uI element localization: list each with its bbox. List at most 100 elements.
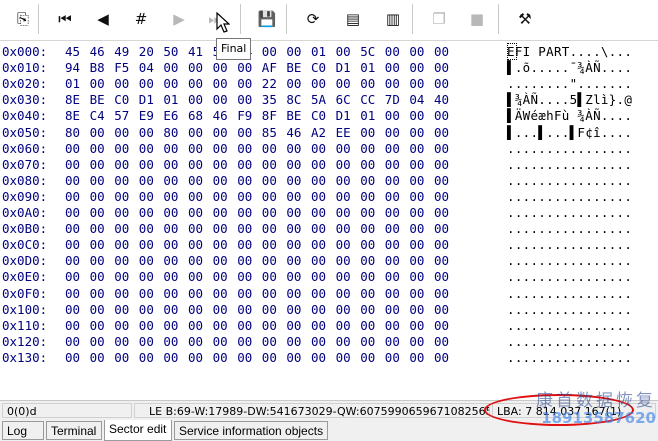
hex-byte[interactable]: 00 xyxy=(114,253,136,269)
hex-byte[interactable]: 00 xyxy=(286,189,308,205)
hex-byte[interactable]: 00 xyxy=(90,286,112,302)
hex-byte[interactable]: 22 xyxy=(262,76,284,92)
hex-byte[interactable]: 00 xyxy=(434,205,456,221)
ascii-text[interactable]: ................ xyxy=(507,173,655,189)
hex-byte[interactable]: 00 xyxy=(286,302,308,318)
hex-byte[interactable]: 00 xyxy=(262,286,284,302)
hex-byte[interactable]: D1 xyxy=(139,92,161,108)
hex-byte[interactable]: 00 xyxy=(213,302,235,318)
hex-byte[interactable]: 00 xyxy=(114,141,136,157)
hex-byte[interactable]: 00 xyxy=(336,173,358,189)
hex-byte[interactable]: 00 xyxy=(262,302,284,318)
hex-byte[interactable]: 00 xyxy=(360,205,382,221)
hex-byte[interactable]: 00 xyxy=(262,173,284,189)
hex-byte[interactable]: 00 xyxy=(286,76,308,92)
hex-byte[interactable]: 00 xyxy=(385,76,407,92)
hex-byte[interactable]: 00 xyxy=(213,286,235,302)
hex-byte[interactable]: 00 xyxy=(163,237,185,253)
hex-byte[interactable]: 8F xyxy=(262,108,284,124)
hex-byte[interactable]: 00 xyxy=(336,302,358,318)
hex-byte[interactable]: 41 xyxy=(188,44,210,60)
hex-row[interactable]: 0x030: 8E BE C0 D1 01 00 00 00 35 8C 5A 6C CC 7D 04 40 ▌¾… xyxy=(0,92,658,108)
hex-byte[interactable]: 57 xyxy=(114,108,136,124)
hex-byte[interactable]: 00 xyxy=(385,108,407,124)
hex-byte[interactable]: 00 xyxy=(237,205,259,221)
hex-byte[interactable]: BE xyxy=(286,60,308,76)
hex-byte[interactable]: 00 xyxy=(286,253,308,269)
hex-byte[interactable]: 00 xyxy=(237,334,259,350)
hex-byte[interactable]: 00 xyxy=(114,237,136,253)
hex-byte[interactable]: 00 xyxy=(139,253,161,269)
hex-byte[interactable]: 00 xyxy=(286,286,308,302)
hex-byte[interactable]: 00 xyxy=(434,286,456,302)
hex-byte[interactable]: 00 xyxy=(385,334,407,350)
hex-byte[interactable]: 00 xyxy=(409,108,431,124)
hex-byte[interactable]: E9 xyxy=(139,108,161,124)
hex-byte[interactable]: 00 xyxy=(65,286,87,302)
hex-byte[interactable]: 00 xyxy=(139,141,161,157)
hex-byte[interactable]: 00 xyxy=(163,60,185,76)
hex-byte[interactable]: 00 xyxy=(188,302,210,318)
ascii-text[interactable]: ................ xyxy=(507,286,655,302)
hex-byte[interactable]: 00 xyxy=(409,76,431,92)
hex-byte[interactable]: 00 xyxy=(409,269,431,285)
hex-byte[interactable]: 46 xyxy=(286,125,308,141)
hex-byte[interactable]: 00 xyxy=(90,318,112,334)
hex-byte[interactable]: 00 xyxy=(409,237,431,253)
hex-byte[interactable]: 00 xyxy=(213,157,235,173)
hex-byte[interactable]: 00 xyxy=(311,76,333,92)
hex-byte[interactable]: 01 xyxy=(65,76,87,92)
hex-byte[interactable]: 00 xyxy=(163,221,185,237)
hex-byte[interactable]: 45 xyxy=(65,44,87,60)
hex-row[interactable]: 0x020: 01 00 00 00 00 00 00 00 22 00 00 00 00 00 00 00..… xyxy=(0,76,658,92)
hex-byte[interactable]: D1 xyxy=(336,60,358,76)
hex-row[interactable]: 0x0E0: 00 00 00 00 00 00 00 00 00 00 00 00 00 00 00 00..… xyxy=(0,269,658,285)
hex-row[interactable]: 0x0F0: 00 00 00 00 00 00 00 00 00 00 00 00 00 00 00 00..… xyxy=(0,286,658,302)
hex-byte[interactable]: 00 xyxy=(360,302,382,318)
hex-byte[interactable]: 00 xyxy=(65,173,87,189)
hex-byte[interactable]: 00 xyxy=(385,173,407,189)
hex-byte[interactable]: 00 xyxy=(188,157,210,173)
ascii-text[interactable]: ▌¾ÀÑ....5▌Zlì}.@ xyxy=(507,92,655,108)
ascii-text[interactable]: ................ xyxy=(507,302,655,318)
hex-byte[interactable]: 00 xyxy=(90,76,112,92)
hex-byte[interactable]: 00 xyxy=(360,221,382,237)
hex-byte[interactable]: 00 xyxy=(213,125,235,141)
hex-byte[interactable]: 00 xyxy=(163,350,185,366)
hex-byte[interactable]: 00 xyxy=(336,189,358,205)
refresh-button[interactable]: ⟳ xyxy=(298,4,328,34)
hex-byte[interactable]: 00 xyxy=(188,237,210,253)
hex-row[interactable]: 0x090: 00 00 00 00 00 00 00 00 00 00 00 00 00 00 00 00..… xyxy=(0,189,658,205)
hex-byte[interactable]: 00 xyxy=(237,92,259,108)
hex-row[interactable]: 0x110: 00 00 00 00 00 00 00 00 00 00 00 00 00 00 00 00..… xyxy=(0,318,658,334)
hex-byte[interactable]: 00 xyxy=(262,141,284,157)
hex-byte[interactable]: 00 xyxy=(336,237,358,253)
hex-byte[interactable]: 00 xyxy=(262,221,284,237)
hex-byte[interactable]: 00 xyxy=(163,141,185,157)
hex-byte[interactable]: 00 xyxy=(262,253,284,269)
hex-byte[interactable]: 00 xyxy=(65,157,87,173)
hex-byte[interactable]: 00 xyxy=(336,221,358,237)
hex-byte[interactable]: 00 xyxy=(90,221,112,237)
hex-byte[interactable]: 00 xyxy=(213,237,235,253)
hex-byte[interactable]: 00 xyxy=(385,125,407,141)
hex-byte[interactable]: 00 xyxy=(336,157,358,173)
hex-byte[interactable]: BE xyxy=(286,108,308,124)
hex-byte[interactable]: 00 xyxy=(385,205,407,221)
hex-byte[interactable]: 00 xyxy=(360,269,382,285)
hex-byte[interactable]: 00 xyxy=(139,157,161,173)
hex-byte[interactable]: 00 xyxy=(360,189,382,205)
hex-byte[interactable]: 00 xyxy=(163,205,185,221)
hex-byte[interactable]: 00 xyxy=(139,205,161,221)
hex-byte[interactable]: 00 xyxy=(311,334,333,350)
hex-byte[interactable]: 00 xyxy=(311,253,333,269)
hex-byte[interactable]: 00 xyxy=(360,157,382,173)
hex-byte[interactable]: EE xyxy=(336,125,358,141)
hex-byte[interactable]: 00 xyxy=(213,141,235,157)
hex-byte[interactable]: 8E xyxy=(65,108,87,124)
previous-sector-button[interactable]: ◀ xyxy=(88,4,118,34)
hex-byte[interactable]: 00 xyxy=(434,253,456,269)
hex-byte[interactable]: 8C xyxy=(286,92,308,108)
hex-byte[interactable]: 00 xyxy=(90,334,112,350)
hex-byte[interactable]: 00 xyxy=(385,157,407,173)
